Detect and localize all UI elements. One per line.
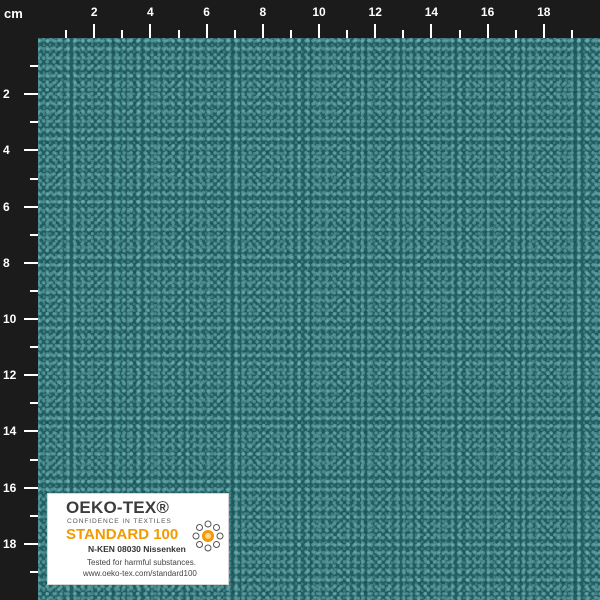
product-swatch-view: 2 4 6 8 10 12 14 16 18 2 4 6 8 10 12 14 16 18 cm OEKO-TE… [0, 0, 600, 600]
ruler-left-tick [30, 121, 38, 124]
ruler-top-tick [570, 30, 573, 38]
ruler-left-tick [24, 261, 38, 264]
ruler-top-label: 2 [90, 5, 98, 19]
ruler-left-tick [24, 205, 38, 208]
label-tested-text: Tested for harmful substances. [87, 558, 196, 567]
ruler-left-label: 2 [3, 87, 10, 102]
ruler-left-tick [24, 374, 38, 377]
ruler-left-tick [30, 65, 38, 68]
ruler-left-tick [30, 289, 38, 292]
ruler-left-label: 8 [3, 255, 10, 270]
ruler-top-tick [233, 30, 236, 38]
ruler-top-tick [93, 24, 96, 38]
ruler-top-tick [149, 24, 152, 38]
ruler-left-label: 16 [3, 480, 17, 495]
ruler-left-label: 10 [3, 312, 17, 326]
ruler-left-tick [24, 149, 38, 152]
ruler-left-label: 12 [3, 368, 17, 383]
ruler-top-label: 16 [480, 5, 495, 19]
ruler-left-tick [30, 458, 38, 461]
ruler-top-tick [261, 24, 264, 38]
ruler-left-tick [30, 402, 38, 405]
ruler-left-tick [30, 177, 38, 180]
oeko-tex-flower-icon [192, 520, 224, 552]
ruler-top-tick [65, 30, 68, 38]
ruler-top-tick [205, 24, 208, 38]
ruler-top-tick [430, 24, 433, 38]
ruler-left-label: 18 [3, 536, 17, 551]
ruler-top-label: 6 [203, 5, 210, 19]
ruler-top-label: 4 [147, 5, 154, 19]
ruler-left: 2 4 6 8 10 12 14 16 18 [0, 0, 38, 600]
ruler-top-tick [514, 30, 517, 38]
ruler-top-tick [177, 30, 180, 38]
ruler-top-tick [121, 30, 124, 38]
ruler-top-label: 10 [312, 5, 326, 19]
ruler-top-tick [542, 24, 545, 38]
ruler-top-tick [458, 30, 461, 38]
ruler-top-tick [346, 30, 349, 38]
ruler-left-label: 6 [3, 199, 10, 214]
ruler-left-tick [24, 318, 38, 320]
oeko-tex-label: OEKO-TEX® CONFIDENCE IN TEXTILES STANDAR… [47, 493, 229, 585]
ruler-top-label: 14 [424, 5, 439, 19]
ruler-top-tick [486, 24, 489, 38]
label-url: www.oeko-tex.com/standard100 [83, 569, 197, 578]
ruler-top-tick [318, 24, 320, 38]
ruler-left-label: 4 [3, 143, 10, 158]
label-brand: OEKO-TEX® [66, 498, 170, 517]
ruler-top-tick [402, 30, 405, 38]
ruler-top-label: 18 [537, 5, 551, 19]
label-standard: STANDARD 100 [66, 526, 179, 543]
ruler-top-tick [374, 24, 377, 38]
ruler-top: 2 4 6 8 10 12 14 16 18 [0, 0, 600, 38]
ruler-left-tick [30, 346, 38, 349]
ruler-left-tick [24, 486, 38, 489]
label-certificate: N-KEN 08030 Nissenken [88, 544, 186, 554]
label-tagline: CONFIDENCE IN TEXTILES [67, 518, 172, 525]
ruler-left-tick [24, 542, 38, 545]
ruler-left-tick [30, 514, 38, 517]
ruler-top-label: 12 [368, 5, 382, 19]
ruler-left-tick [30, 233, 38, 236]
ruler-left-tick [24, 430, 38, 433]
ruler-left-label: 14 [3, 424, 17, 439]
ruler-left-tick [30, 570, 38, 573]
ruler-unit-label: cm [4, 6, 23, 21]
ruler-top-tick [289, 30, 292, 38]
ruler-top-label: 8 [259, 5, 267, 19]
ruler-left-tick [24, 93, 38, 96]
